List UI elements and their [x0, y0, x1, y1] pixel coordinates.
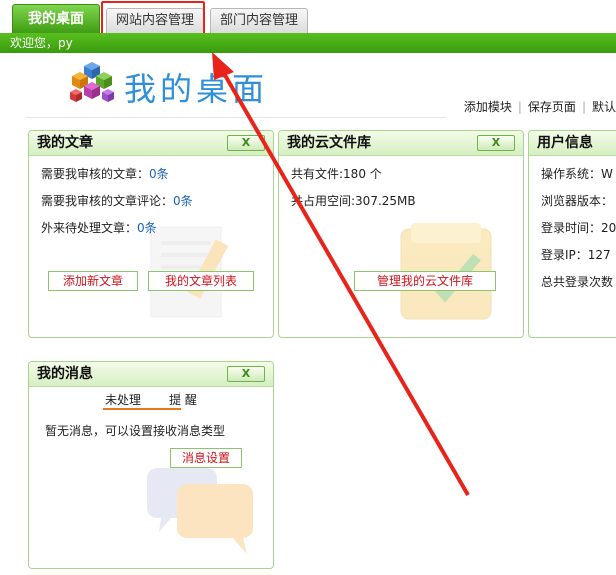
comments-to-review-count[interactable]: 0条: [173, 194, 193, 208]
panel-title: 我的消息: [37, 366, 93, 382]
add-article-button[interactable]: 添加新文章: [48, 271, 138, 291]
panel-title: 我的云文件库: [287, 135, 371, 151]
user-login-count-text: 总共登录次数: [541, 275, 614, 289]
row-comments-to-review: 需要我审核的文章评论：0条: [41, 194, 193, 208]
my-article-list-button[interactable]: 我的文章列表: [148, 271, 254, 291]
save-page-link[interactable]: 保存页面: [528, 100, 576, 114]
tab-department-content[interactable]: 部门内容管理: [210, 8, 308, 33]
tab-my-desktop[interactable]: 我的桌面: [12, 4, 100, 34]
user-login-ip-text: 登录IP：127: [541, 248, 611, 262]
external-pending-count[interactable]: 0条: [137, 221, 157, 235]
row-external-pending: 外来待处理文章：0条: [41, 221, 157, 235]
chat-bubbles-watermark-icon: [147, 468, 253, 554]
cloud-files-panel: 我的云文件库 X 共有文件:180 个 共占用空间:307.25MB 管理我的云…: [278, 130, 524, 338]
welcome-bar: 欢迎您，py: [0, 33, 616, 53]
default-link[interactable]: 默认: [592, 100, 616, 114]
user-os-text: 操作系统：W: [541, 167, 613, 181]
add-module-link[interactable]: 添加模块: [464, 100, 512, 114]
my-articles-panel: 我的文章 X 需要我审核的文章：0条 需要我审核的文章评论：0条 外来待处理文章…: [28, 130, 274, 338]
panel-title: 用户信息: [537, 135, 593, 151]
active-tab-underline: [103, 408, 181, 410]
articles-to-review-count[interactable]: 0条: [149, 167, 169, 181]
welcome-text: 欢迎您，py: [10, 36, 73, 50]
top-tab-bar: 我的桌面 网站内容管理 部门内容管理: [0, 0, 616, 34]
close-panel-button[interactable]: X: [227, 366, 265, 382]
cubes-logo-icon: [70, 62, 114, 102]
tab-unprocessed[interactable]: 未处理: [105, 391, 141, 408]
manage-cloud-files-button[interactable]: 管理我的云文件库: [354, 271, 496, 291]
no-messages-text: 暂无消息，可以设置接收消息类型: [45, 424, 226, 438]
row-articles-to-review: 需要我审核的文章：0条: [41, 167, 169, 181]
file-count-text: 共有文件:180 个: [291, 167, 382, 181]
panel-title: 我的文章: [37, 135, 93, 151]
storage-used-text: 共占用空间:307.25MB: [291, 194, 416, 208]
user-browser-text: 浏览器版本：: [541, 194, 614, 208]
header-divider: [26, 117, 446, 118]
close-panel-button[interactable]: X: [477, 135, 515, 151]
my-messages-panel: 我的消息 X 未处理 提 醒 暂无消息，可以设置接收消息类型 消息设置: [28, 361, 274, 569]
header-links: 添加模块 | 保存页面 | 默认: [463, 100, 616, 114]
close-panel-button[interactable]: X: [227, 135, 265, 151]
tab-reminders[interactable]: 提 醒: [169, 391, 197, 408]
page-title: 我的桌面: [124, 70, 269, 108]
user-login-time-text: 登录时间：20: [541, 221, 616, 235]
user-info-panel: 用户信息 操作系统：W 浏览器版本： 登录时间：20 登录IP：127 总共登录…: [528, 130, 616, 338]
